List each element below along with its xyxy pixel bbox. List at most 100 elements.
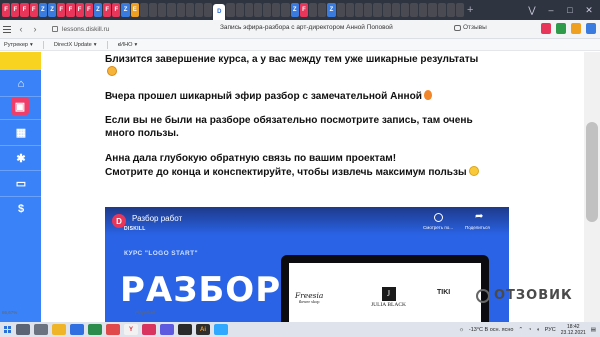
tab[interactable]: E: [130, 3, 139, 17]
reviews-button[interactable]: Отзывы: [454, 24, 487, 31]
sidebar-item-comments[interactable]: ▭: [13, 175, 29, 191]
download-icon[interactable]: [586, 23, 596, 34]
tab[interactable]: F: [66, 3, 75, 17]
task-view-icon[interactable]: [34, 324, 48, 335]
tab[interactable]: F: [84, 3, 93, 17]
tab[interactable]: [253, 3, 263, 17]
app-icon[interactable]: [70, 324, 84, 335]
extension-icon[interactable]: [571, 23, 581, 34]
tab[interactable]: F: [29, 3, 38, 17]
app-icon[interactable]: [160, 324, 174, 335]
app-icon[interactable]: [214, 324, 228, 335]
tab[interactable]: F: [20, 3, 29, 17]
tab[interactable]: [364, 3, 373, 17]
sidebar-item-home[interactable]: ⌂: [13, 76, 29, 92]
app-icon[interactable]: [88, 324, 102, 335]
minimize-icon[interactable]: –: [546, 5, 556, 15]
new-tab-button[interactable]: +: [465, 3, 475, 17]
tab[interactable]: [419, 3, 428, 17]
app-icon[interactable]: [106, 324, 120, 335]
tab[interactable]: [318, 3, 327, 17]
tab[interactable]: [226, 3, 235, 17]
browser-menu-icon[interactable]: [0, 23, 14, 35]
weather-text[interactable]: -13°C В осн. ясно: [469, 327, 514, 333]
tab[interactable]: [400, 3, 410, 17]
app-icon[interactable]: [142, 324, 156, 335]
tab-list-icon[interactable]: ⋁: [527, 5, 537, 16]
forward-icon[interactable]: ›: [28, 24, 42, 34]
bookmark-item[interactable]: DirectX Update ▾: [54, 42, 97, 48]
tab[interactable]: [391, 3, 400, 17]
video-title[interactable]: Разбор работ: [132, 214, 182, 223]
search-icon[interactable]: [16, 324, 30, 335]
bookmark-item[interactable]: Рутрекер ▾: [4, 42, 33, 48]
yandex-browser-icon[interactable]: Y: [124, 324, 138, 335]
tab[interactable]: [446, 3, 455, 17]
back-icon[interactable]: ‹: [14, 24, 28, 34]
notifications-icon[interactable]: ▤: [591, 327, 596, 333]
video-player[interactable]: D Разбор работ DISKILL Смотреть по... ➦ …: [105, 207, 509, 322]
tab[interactable]: Z: [327, 3, 336, 17]
tab[interactable]: [456, 3, 465, 17]
tab[interactable]: F: [57, 3, 66, 17]
sidebar-item-calendar[interactable]: ▦: [13, 124, 29, 140]
tab[interactable]: [354, 3, 364, 17]
tab[interactable]: [244, 3, 253, 17]
tab[interactable]: [194, 3, 204, 17]
tab[interactable]: [437, 3, 446, 17]
tab[interactable]: [204, 3, 213, 17]
tab[interactable]: [410, 3, 419, 17]
tab[interactable]: [382, 3, 391, 17]
tab[interactable]: F: [112, 3, 121, 17]
tab[interactable]: Z: [38, 3, 47, 17]
language-indicator[interactable]: РУС: [545, 327, 556, 333]
tab[interactable]: [281, 3, 290, 17]
tab[interactable]: [428, 3, 437, 17]
sidebar-item-courses[interactable]: ▣: [11, 97, 29, 115]
bookmark-item[interactable]: кИНО ▾: [118, 42, 138, 48]
tab[interactable]: [176, 3, 185, 17]
scrollbar-thumb[interactable]: [586, 122, 598, 222]
extension-icon[interactable]: [556, 23, 566, 34]
tray-chevron-icon[interactable]: ⌃: [518, 327, 523, 333]
tab[interactable]: [336, 3, 345, 17]
tab[interactable]: F: [299, 3, 308, 17]
tab[interactable]: [185, 3, 194, 17]
tab[interactable]: F: [103, 3, 112, 17]
tab[interactable]: [139, 3, 148, 17]
tab[interactable]: F: [2, 3, 11, 17]
tab[interactable]: Z: [290, 3, 299, 17]
url-field[interactable]: lessons.diskill.ru: [52, 26, 172, 33]
extension-icon[interactable]: [541, 23, 551, 34]
tab[interactable]: Z: [93, 3, 103, 17]
watch-later-icon[interactable]: [434, 213, 443, 222]
tab[interactable]: [272, 3, 281, 17]
start-button[interactable]: [0, 322, 14, 337]
tab[interactable]: Z: [121, 3, 130, 17]
tab[interactable]: [167, 3, 176, 17]
network-icon[interactable]: ◔: [528, 327, 531, 333]
tab[interactable]: F: [11, 3, 20, 17]
tab[interactable]: [149, 3, 158, 17]
sidebar-item-settings[interactable]: ✱: [13, 150, 29, 166]
tab[interactable]: [345, 3, 354, 17]
tab-active[interactable]: D: [213, 4, 226, 20]
volume-icon[interactable]: ◖: [536, 327, 539, 333]
maximize-icon[interactable]: □: [565, 5, 575, 15]
file-explorer-icon[interactable]: [52, 324, 66, 335]
share-icon[interactable]: ➦: [475, 211, 483, 222]
close-icon[interactable]: ✕: [584, 5, 594, 16]
app-icon[interactable]: [178, 324, 192, 335]
tab[interactable]: [263, 3, 272, 17]
clock[interactable]: 18:42 23.12.2021: [561, 324, 586, 336]
sidebar-item-billing[interactable]: $: [13, 201, 29, 217]
tab[interactable]: [373, 3, 382, 17]
tab[interactable]: F: [75, 3, 84, 17]
illustrator-icon[interactable]: Ai: [196, 324, 210, 335]
page-scrollbar[interactable]: [584, 52, 600, 322]
tab[interactable]: [309, 3, 318, 17]
tab[interactable]: Z: [47, 3, 57, 17]
tab[interactable]: [235, 3, 244, 17]
url-text: lessons.diskill.ru: [62, 25, 110, 33]
tab[interactable]: [158, 3, 167, 17]
